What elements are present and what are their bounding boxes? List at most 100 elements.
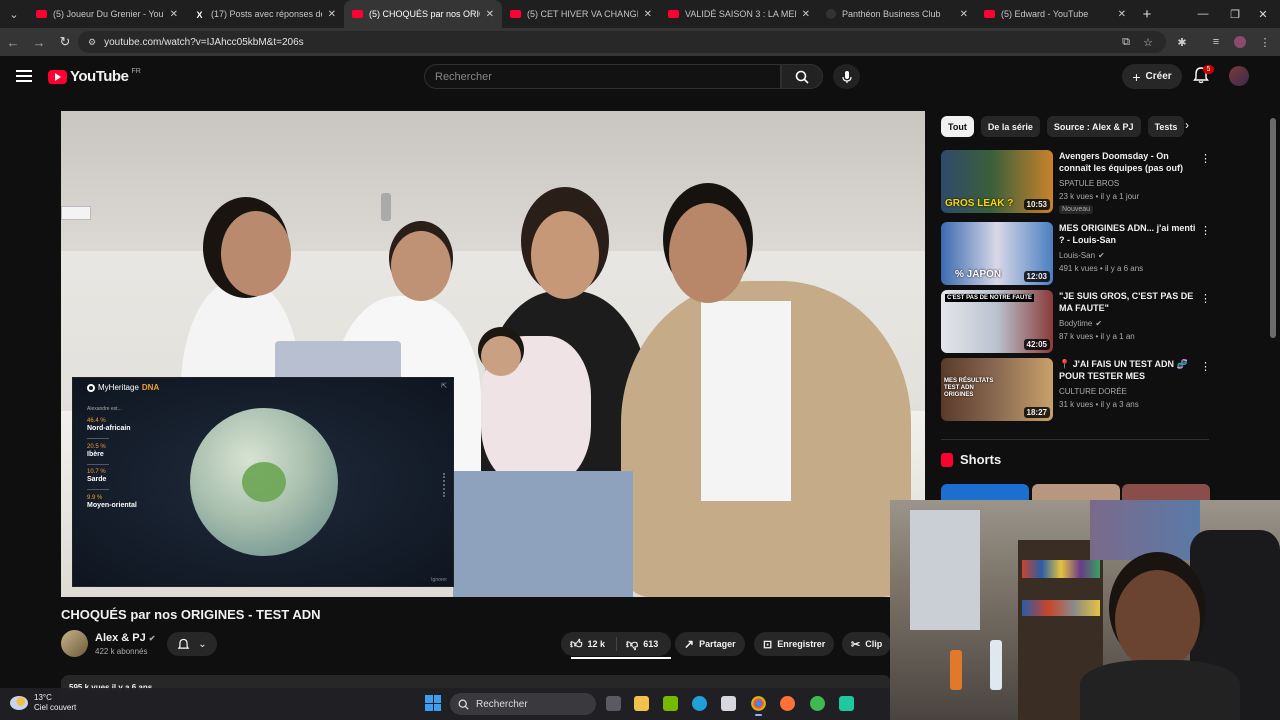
- bookmark-star-icon[interactable]: ☆: [1139, 33, 1157, 51]
- like-count: 12 k: [587, 639, 606, 649]
- close-tab-icon[interactable]: ✕: [486, 9, 494, 20]
- chip-tests[interactable]: Tests: [1147, 116, 1185, 137]
- new-tab-plus-icon[interactable]: +: [1134, 0, 1160, 28]
- related-video[interactable]: % JAPON 12:03 MES ORIGINES ADN... j'ai m…: [941, 222, 1211, 286]
- more-options-icon[interactable]: ⋮: [1200, 152, 1211, 165]
- browser-tab-active[interactable]: (5) CHOQUÉS par nos ORIGINES ✕: [344, 0, 502, 28]
- clip-button[interactable]: ✂ Clip: [842, 632, 892, 656]
- profile-avatar-icon[interactable]: [1231, 33, 1249, 51]
- browser-tab[interactable]: (5) CET HIVER VA CHANGER TA ✕: [502, 0, 660, 28]
- search-input[interactable]: Rechercher: [424, 64, 781, 89]
- file-explorer-icon[interactable]: [634, 696, 649, 711]
- store-icon[interactable]: [721, 696, 736, 711]
- shorts-header: Shorts: [941, 452, 1001, 467]
- video-thumbnail[interactable]: % JAPON 12:03: [941, 222, 1053, 285]
- save-label: Enregistrer: [777, 639, 826, 649]
- related-video[interactable]: MES RÉSULTATS TEST ADN ORIGINES 18:27 📍 …: [941, 358, 1211, 422]
- nvidia-icon[interactable]: [663, 696, 678, 711]
- voice-search-button[interactable]: [833, 64, 860, 89]
- save-button[interactable]: ⊡ Enregistrer: [754, 632, 835, 656]
- address-bar[interactable]: ⚙ youtube.com/watch?v=IJAhcc05kbM&t=206s: [78, 31, 1166, 53]
- more-options-icon[interactable]: ⋮: [1200, 360, 1211, 373]
- browser-menu-icon[interactable]: ⋮: [1256, 33, 1274, 51]
- close-tab-icon[interactable]: ✕: [1118, 9, 1126, 20]
- youtube-favicon-icon: [668, 10, 679, 18]
- chrome-icon[interactable]: [751, 696, 766, 716]
- firefox-icon[interactable]: [780, 696, 795, 711]
- like-button[interactable]: 👍︎ 12 k: [561, 632, 614, 656]
- browser-tab[interactable]: (5) Edward - YouTube ✕: [976, 0, 1134, 28]
- edge-icon[interactable]: [692, 696, 707, 711]
- video-thumbnail[interactable]: C'EST PAS DE NOTRE FAUTE 42:05: [941, 290, 1053, 353]
- more-options-icon[interactable]: ⋮: [1200, 292, 1211, 305]
- reload-icon[interactable]: ↻: [52, 29, 78, 55]
- share-button[interactable]: ↗ Partager: [675, 632, 745, 656]
- browser-tab[interactable]: VALIDÉ SAISON 3 : LA MEILLEU ✕: [660, 0, 818, 28]
- scroll-dots-icon: [443, 473, 445, 497]
- tab-search-icon[interactable]: ≡: [1207, 33, 1225, 51]
- forward-arrow-icon[interactable]: →: [26, 29, 52, 55]
- app-icon[interactable]: [810, 696, 825, 711]
- ethnicity-entry: 20.5 % Ibère: [87, 444, 106, 458]
- youtube-logo[interactable]: YouTube FR: [48, 68, 141, 85]
- youtube-favicon-icon: [36, 10, 47, 18]
- myheritage-logo-icon: [87, 383, 95, 392]
- windows-start-icon[interactable]: [425, 695, 441, 711]
- back-arrow-icon[interactable]: ←: [0, 29, 26, 55]
- close-tab-icon[interactable]: ✕: [960, 9, 968, 20]
- task-view-icon[interactable]: [606, 696, 621, 711]
- tab-title: (17) Posts avec réponses de Ra: [211, 9, 322, 19]
- create-button[interactable]: + Créer: [1122, 64, 1182, 89]
- install-app-icon[interactable]: ⧉: [1117, 33, 1135, 51]
- tab-title: (5) Joueur Du Grenier - YouTube: [53, 9, 164, 19]
- close-tab-icon[interactable]: ✕: [328, 9, 336, 20]
- related-meta: 23 k vues • il y a 1 jour: [1059, 192, 1140, 201]
- related-video[interactable]: GROS LEAK ? 10:53 Avengers Doomsday - On…: [941, 150, 1211, 214]
- extensions-puzzle-icon[interactable]: ✱: [1173, 33, 1191, 51]
- related-channel: CULTURE DORÉE: [1059, 387, 1127, 396]
- channel-avatar[interactable]: [61, 630, 88, 657]
- video-thumbnail[interactable]: MES RÉSULTATS TEST ADN ORIGINES 18:27: [941, 358, 1053, 421]
- weather-widget[interactable]: 13°C Ciel couvert: [10, 693, 76, 713]
- dislike-button[interactable]: 👎︎ 613: [617, 632, 667, 656]
- account-avatar[interactable]: [1229, 66, 1249, 86]
- close-window-icon[interactable]: ✕: [1246, 0, 1280, 28]
- search-button[interactable]: [781, 64, 823, 89]
- close-tab-icon[interactable]: ✕: [802, 9, 810, 20]
- ethnicity-percent: 9.9 %: [87, 495, 103, 501]
- more-options-icon[interactable]: ⋮: [1200, 224, 1211, 237]
- page-scrollbar[interactable]: [1270, 118, 1276, 338]
- fullscreen-exit-icon: ⇱: [441, 383, 447, 390]
- plus-icon: +: [1132, 68, 1141, 85]
- channel-name-text: Alex & PJ: [95, 632, 146, 644]
- related-video-title: Avengers Doomsday - On connaît les équip…: [1059, 151, 1184, 173]
- myheritage-logo: MyHeritage DNA: [87, 383, 159, 392]
- related-video[interactable]: C'EST PAS DE NOTRE FAUTE 42:05 "JE SUIS …: [941, 290, 1211, 354]
- chip-all[interactable]: Tout: [941, 116, 974, 137]
- app-icon[interactable]: [839, 696, 854, 711]
- browser-tab[interactable]: Panthéon Business Club ✕: [818, 0, 976, 28]
- brand-name: MyHeritage: [98, 383, 139, 392]
- site-info-icon[interactable]: ⚙: [88, 37, 96, 48]
- channel-name[interactable]: Alex & PJ ✔: [95, 632, 155, 644]
- ethnicity-name: Nord-africain: [87, 425, 131, 432]
- search-icon: [458, 699, 469, 710]
- chip-source[interactable]: Source : Alex & PJ: [1046, 116, 1141, 137]
- thumbs-down-icon: 👎︎: [626, 636, 639, 651]
- chip-series[interactable]: De la série: [980, 116, 1040, 137]
- close-tab-icon[interactable]: ✕: [170, 9, 178, 20]
- browser-tab[interactable]: X (17) Posts avec réponses de Ra ✕: [186, 0, 344, 28]
- minimize-window-icon[interactable]: —: [1186, 0, 1220, 28]
- video-player[interactable]: MyHeritage DNA ⇱ Alexandre est... 46.4 % N…: [61, 111, 925, 597]
- scissors-icon: ✂: [851, 638, 861, 651]
- hamburger-menu-icon[interactable]: [16, 70, 32, 82]
- tab-search-chevron-icon[interactable]: ⌄: [0, 0, 28, 28]
- tab-title: (5) CET HIVER VA CHANGER TA: [527, 9, 638, 19]
- related-channel-name: Louis-San: [1059, 251, 1096, 260]
- video-thumbnail[interactable]: GROS LEAK ? 10:53: [941, 150, 1053, 213]
- chevron-right-icon[interactable]: ›: [1185, 118, 1189, 132]
- notification-bell-button[interactable]: ⌄: [167, 632, 217, 656]
- close-tab-icon[interactable]: ✕: [644, 9, 652, 20]
- taskbar-search[interactable]: Rechercher: [450, 693, 596, 715]
- browser-tab[interactable]: (5) Joueur Du Grenier - YouTube ✕: [28, 0, 186, 28]
